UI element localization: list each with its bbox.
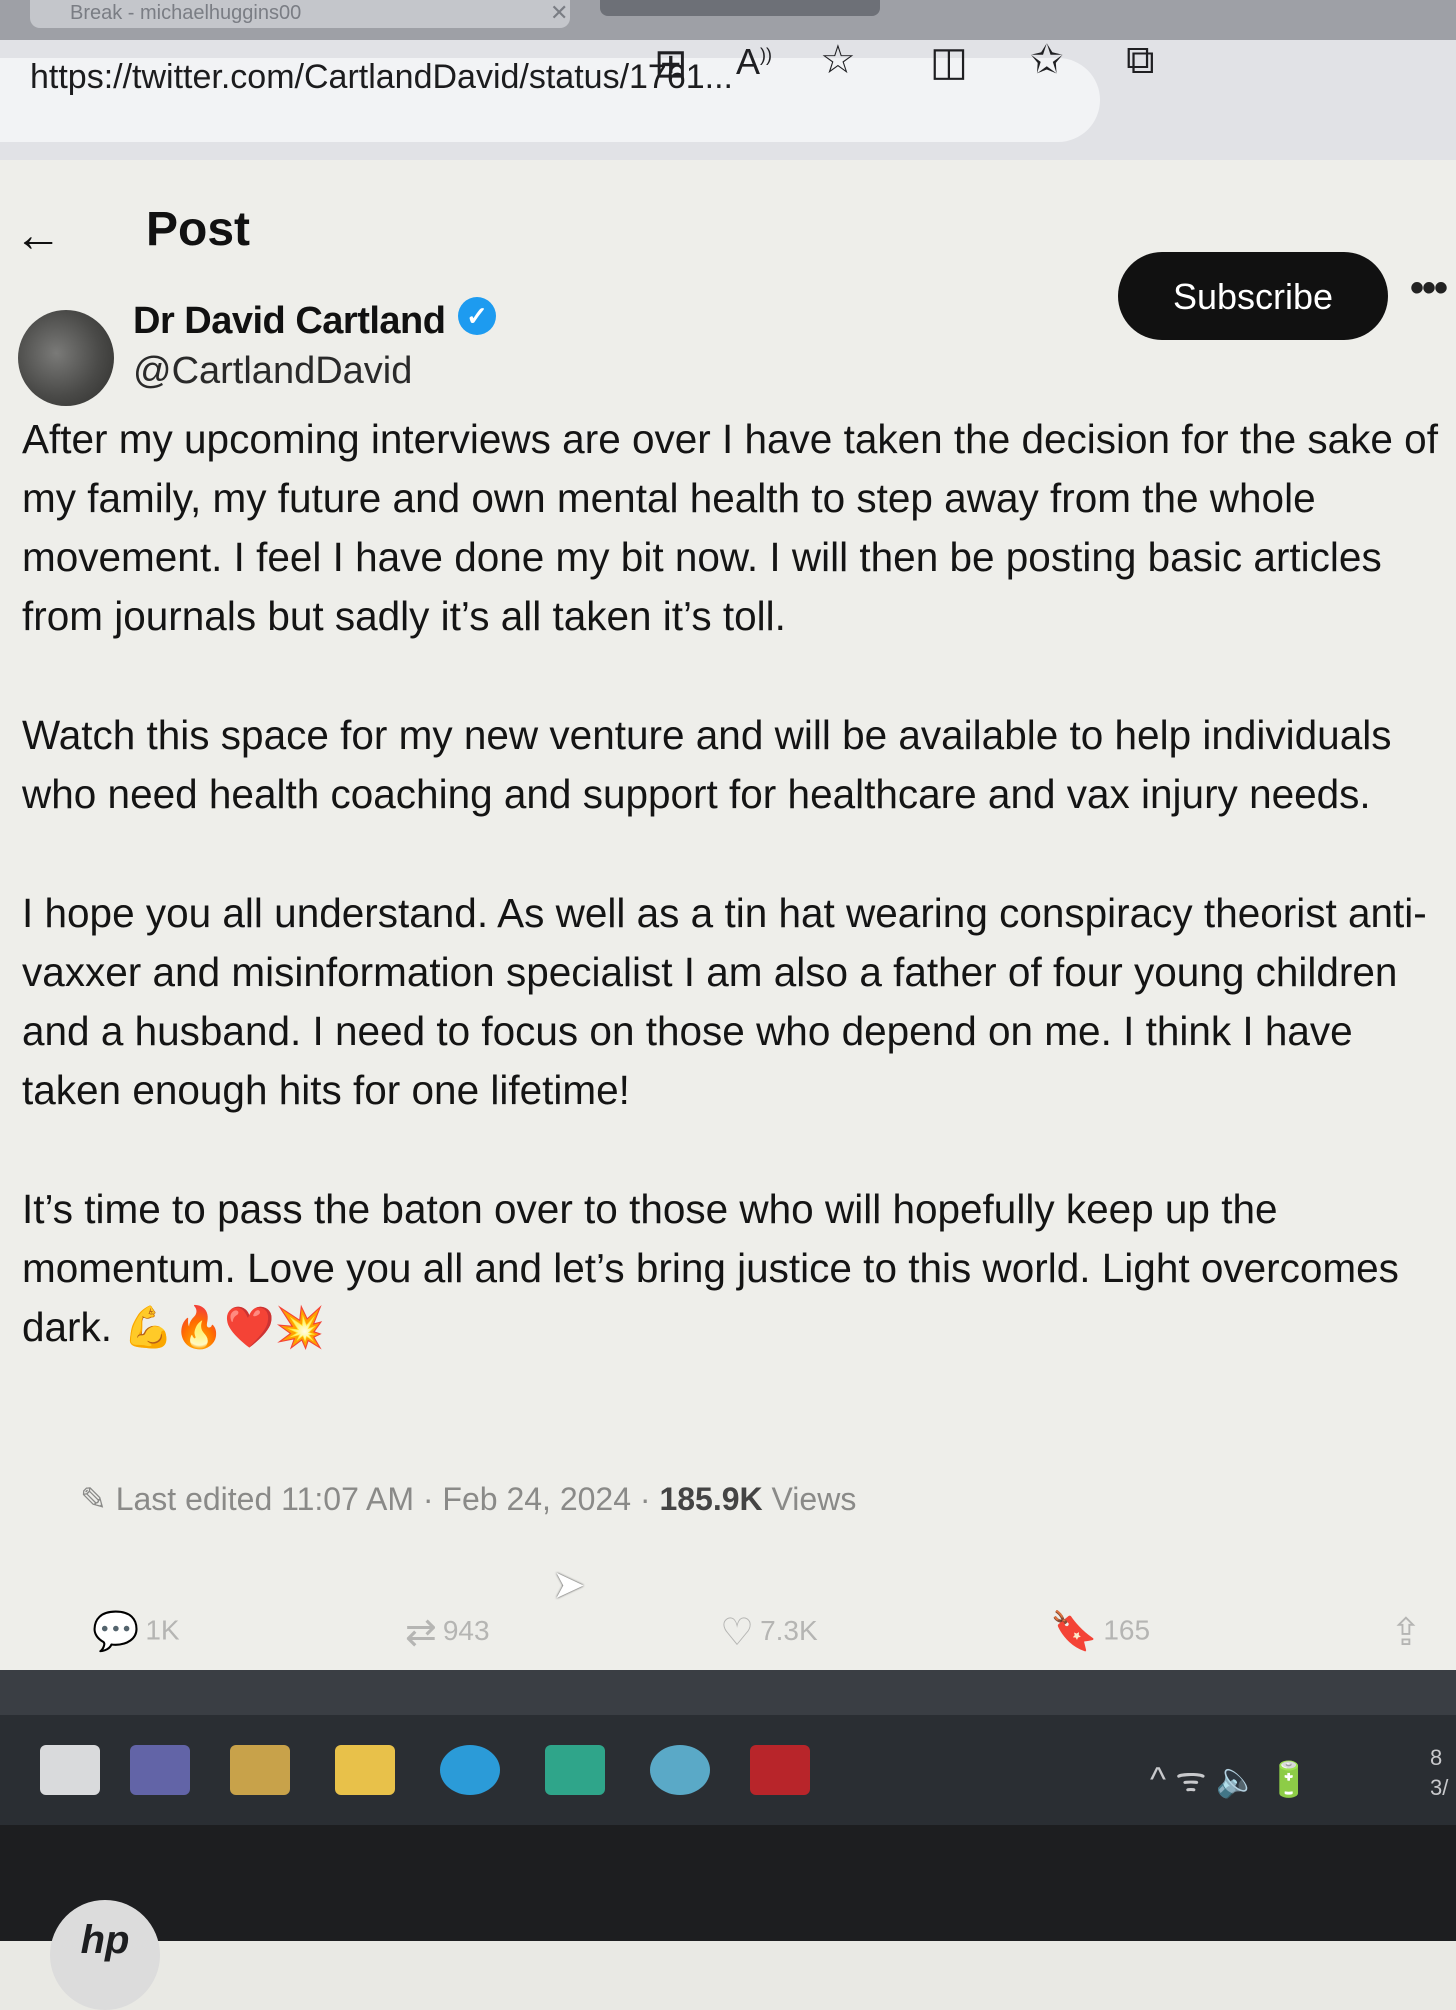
share-icon: ⇪ (1390, 1612, 1422, 1654)
reply-button[interactable]: 💬 1K (92, 1610, 180, 1654)
favorite-star-icon[interactable]: ☆ (820, 40, 856, 80)
repost-count: 943 (442, 1614, 490, 1646)
task-view-icon[interactable] (40, 1745, 100, 1795)
system-tray[interactable]: ^ ᯤ 🔈 🔋 (1150, 1755, 1310, 1801)
tweet-meta: ✎ Last edited 11:07 AM · Feb 24, 2024 · … (80, 1480, 856, 1518)
bookmark-icon: 🔖 (1050, 1611, 1098, 1653)
read-aloud-icon[interactable]: A)) (736, 44, 772, 80)
bookmark-count: 165 (1103, 1614, 1151, 1646)
tab-title: Break - michaelhuggins00 (70, 2, 302, 24)
laptop-bezel (0, 1825, 1456, 1941)
heart-icon: ♡ (720, 1612, 755, 1654)
collections-icon[interactable]: ⧉ (1126, 40, 1155, 80)
tab-close-icon[interactable]: ✕ (550, 0, 568, 26)
last-edited-timestamp[interactable]: Last edited 11:07 AM · Feb 24, 2024 · (116, 1481, 660, 1517)
tweet-paragraph: I hope you all understand. As well as a … (22, 890, 1427, 1113)
taskbar-clock[interactable]: 8 3/ (1430, 1743, 1448, 1803)
verified-badge-icon: ✓ (458, 297, 496, 335)
share-button[interactable]: ⇪ (1390, 1610, 1428, 1655)
avatar[interactable] (18, 310, 114, 406)
bookmark-button[interactable]: 🔖 165 (1050, 1610, 1150, 1654)
author-handle[interactable]: @CartlandDavid (133, 350, 412, 393)
store-icon[interactable] (230, 1745, 290, 1795)
url-text[interactable]: https://twitter.com/CartlandDavid/status… (30, 58, 733, 97)
split-screen-icon[interactable]: ◫ (930, 42, 968, 82)
reply-icon: 💬 (92, 1611, 140, 1653)
reply-count: 1K (145, 1614, 180, 1646)
favorites-list-icon[interactable]: ✩ (1030, 40, 1064, 80)
like-button[interactable]: ♡ 7.3K (720, 1610, 818, 1655)
browser-tab[interactable]: Break - michaelhuggins00 ✕ (30, 0, 570, 28)
author-name[interactable]: Dr David Cartland (133, 300, 446, 343)
edit-pencil-icon: ✎ (80, 1481, 107, 1517)
tweet-text: After my upcoming interviews are over I … (22, 410, 1440, 1417)
tweet-paragraph: It’s time to pass the baton over to thos… (22, 1186, 1399, 1350)
browser-tab-strip: Break - michaelhuggins00 ✕ (0, 0, 1456, 40)
like-count: 7.3K (760, 1614, 818, 1646)
globe-icon[interactable] (650, 1745, 710, 1795)
windows-taskbar: ^ ᯤ 🔈 🔋 8 3/ (0, 1715, 1456, 1825)
tweet-paragraph: Watch this space for my new venture and … (22, 712, 1392, 817)
views-label: Views (762, 1481, 857, 1517)
app-icon[interactable] (545, 1745, 605, 1795)
repost-icon: ⇄ (405, 1612, 437, 1654)
file-explorer-icon[interactable] (335, 1745, 395, 1795)
teams-icon[interactable] (130, 1745, 190, 1795)
repost-button[interactable]: ⇄ 943 (405, 1610, 490, 1655)
clock-date: 3/ (1430, 1775, 1449, 1800)
page-title: Post (146, 203, 251, 256)
app-grid-icon[interactable]: ⊞ (654, 44, 688, 84)
views-count: 185.9K (659, 1481, 763, 1517)
more-options-icon[interactable]: ••• (1410, 266, 1448, 311)
tweet-action-bar: 💬 1K ⇄ 943 ♡ 7.3K 🔖 165 ⇪ (0, 1610, 1456, 1670)
edge-browser-icon[interactable] (440, 1745, 500, 1795)
tweet-page: ← Post Dr David Cartland ✓ @CartlandDavi… (0, 160, 1456, 1670)
hp-logo: hp (50, 1900, 160, 2010)
subscribe-button[interactable]: Subscribe (1118, 252, 1388, 340)
mouse-cursor-icon: ➤ (552, 1563, 586, 1607)
back-arrow-icon[interactable]: ← (14, 208, 62, 263)
tweet-paragraph: After my upcoming interviews are over I … (22, 416, 1438, 639)
browser-tab-inactive[interactable] (600, 0, 880, 16)
security-shield-icon[interactable] (750, 1745, 810, 1795)
clock-time: 8 (1430, 1745, 1443, 1770)
page-bottom-edge (0, 1670, 1456, 1715)
